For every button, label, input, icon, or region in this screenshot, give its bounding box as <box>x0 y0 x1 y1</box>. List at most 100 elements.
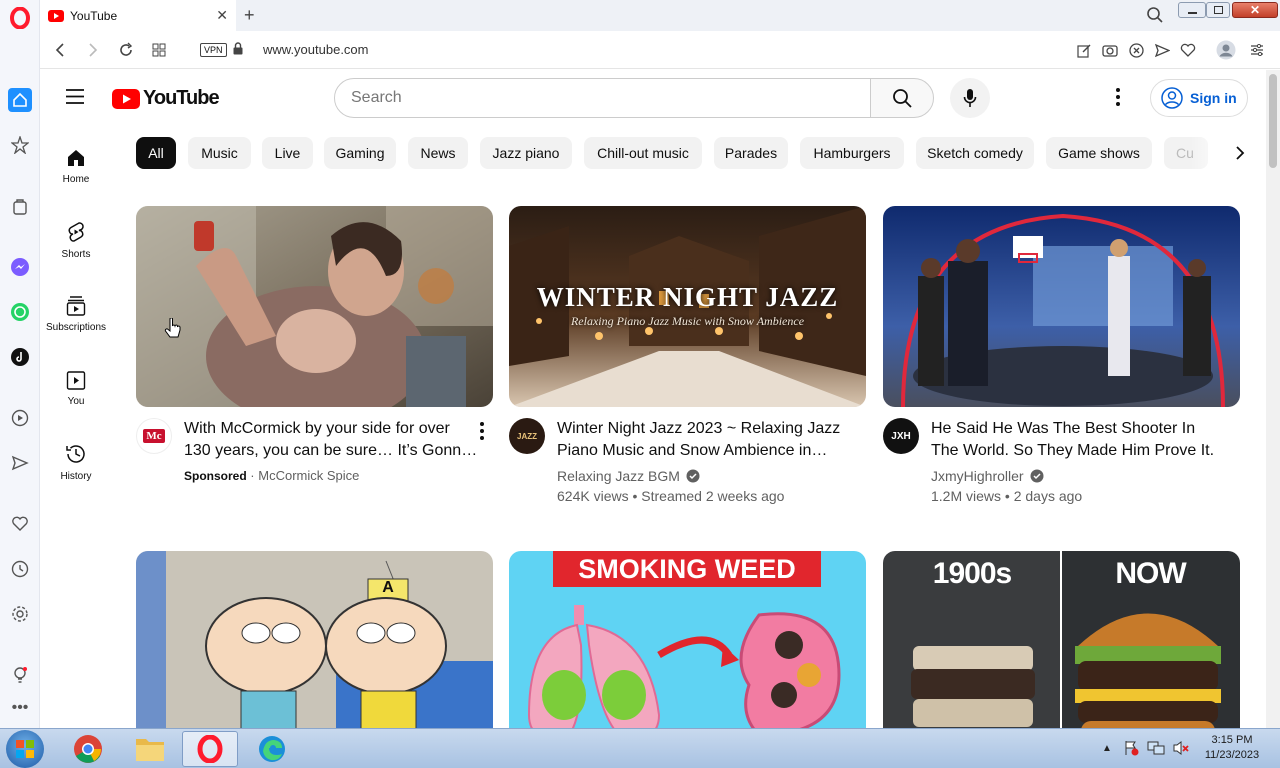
home-icon <box>68 150 84 166</box>
lightbulb-icon[interactable] <box>8 663 32 687</box>
channel-avatar-mccormick[interactable]: Mc <box>136 418 172 454</box>
guide-menu-icon[interactable] <box>66 89 84 109</box>
tray-expand-icon[interactable]: ▲ <box>1102 743 1112 754</box>
thumb-title: WINTER NIGHT JAZZ <box>536 282 839 312</box>
video-thumbnail-cartoon[interactable]: A <box>136 551 493 728</box>
video-thumbnail-winter-jazz[interactable]: WINTER NIGHT JAZZ Relaxing Piano Jazz Mu… <box>509 206 866 407</box>
lock-icon[interactable] <box>233 42 243 60</box>
thumb-title: SMOKING WEED <box>553 551 821 587</box>
chip-jazz-piano[interactable]: Jazz piano <box>480 137 572 169</box>
easy-setup-icon[interactable] <box>1247 40 1267 60</box>
clock[interactable]: 3:15 PM 11/23/2023 <box>1196 733 1268 763</box>
close-tab-icon[interactable]: ✕ <box>216 7 228 24</box>
star-icon[interactable] <box>8 133 32 157</box>
page-scrollbar[interactable] <box>1266 70 1280 728</box>
url-field[interactable]: www.youtube.com <box>263 42 369 57</box>
guide-you[interactable]: You <box>40 370 112 407</box>
guide-subscriptions[interactable]: Subscriptions <box>40 296 112 333</box>
chip-parades[interactable]: Parades <box>714 137 788 169</box>
video-stats: 1.2M views • 2 days ago <box>931 488 1083 504</box>
thumb-left-label: 1900s <box>932 557 1012 590</box>
video-thumbnail-best-shooter[interactable] <box>883 206 1240 407</box>
shopping-bag-icon[interactable] <box>8 194 32 218</box>
youtube-logo[interactable]: YouTube <box>112 87 220 110</box>
taskbar-edge[interactable] <box>244 731 300 767</box>
chip-chill-out-music[interactable]: Chill-out music <box>584 137 702 169</box>
action-center-icon[interactable] <box>1123 740 1139 761</box>
opera-logo-icon[interactable] <box>8 6 32 30</box>
edit-icon[interactable] <box>1074 40 1094 60</box>
video-title-winter-jazz[interactable]: Winter Night Jazz 2023 ~ Relaxing Jazz P… <box>557 418 857 462</box>
taskbar-opera[interactable] <box>182 731 238 767</box>
settings-more-icon[interactable] <box>1116 88 1120 111</box>
more-icon[interactable]: ••• <box>8 696 32 720</box>
tab-youtube[interactable]: YouTube ✕ <box>40 0 236 31</box>
chip-gaming[interactable]: Gaming <box>324 137 396 169</box>
channel-avatar-jxmyhighroller[interactable]: JXH <box>883 418 919 454</box>
start-button[interactable] <box>6 730 44 768</box>
voice-search-button[interactable] <box>950 78 990 118</box>
messenger-icon[interactable] <box>8 255 32 279</box>
tab-title: YouTube <box>70 8 118 23</box>
channel-name-relaxing-jazz[interactable]: Relaxing Jazz BGM <box>557 466 680 486</box>
video-title-best-shooter[interactable]: He Said He Was The Best Shooter In The W… <box>931 418 1241 462</box>
network-icon[interactable] <box>1147 740 1165 761</box>
tabs-grid-icon[interactable] <box>149 40 169 60</box>
channel-name-mccormick[interactable]: McCormick Spice <box>258 468 359 483</box>
folder-icon <box>136 739 164 761</box>
scrollbar-thumb[interactable] <box>1269 74 1277 168</box>
heart-icon[interactable] <box>8 512 32 536</box>
adblock-icon[interactable] <box>1126 40 1146 60</box>
profile-icon[interactable] <box>1216 40 1236 60</box>
home-icon[interactable] <box>8 88 32 112</box>
tiktok-icon[interactable] <box>8 345 32 369</box>
chip-all[interactable]: All <box>136 137 176 169</box>
taskbar-explorer[interactable] <box>122 731 178 767</box>
chips-next-button[interactable] <box>1224 137 1256 169</box>
reload-icon[interactable] <box>116 40 136 60</box>
send-icon[interactable] <box>8 451 32 475</box>
new-tab-icon[interactable]: + <box>244 5 255 26</box>
search-placeholder: Search <box>351 89 402 106</box>
chip-sketch-comedy[interactable]: Sketch comedy <box>916 137 1034 169</box>
clock-icon[interactable] <box>8 557 32 581</box>
whatsapp-icon[interactable] <box>8 300 32 324</box>
guide-shorts[interactable]: Shorts <box>40 221 112 260</box>
video-title-mccormick[interactable]: With McCormick by your side for over 130… <box>184 418 484 462</box>
video-thumbnail-smoking-weed[interactable]: SMOKING WEED <box>509 551 866 728</box>
chip-hamburgers[interactable]: Hamburgers <box>800 137 904 169</box>
share-icon[interactable] <box>1152 40 1172 60</box>
close-window-button[interactable]: ✕ <box>1232 2 1278 18</box>
camera-icon[interactable] <box>1100 40 1120 60</box>
search-input[interactable]: Search <box>334 78 872 118</box>
chip-game-shows[interactable]: Game shows <box>1046 137 1152 169</box>
bookmark-heart-icon[interactable] <box>1178 40 1198 60</box>
forward-icon[interactable] <box>83 40 103 60</box>
guide-home[interactable]: Home <box>40 148 112 185</box>
tab-search-icon[interactable] <box>1146 6 1164 29</box>
maximize-button[interactable] <box>1206 2 1230 18</box>
chip-music[interactable]: Music <box>188 137 251 169</box>
video-thumbnail-hamburgers[interactable]: 1900s NOW <box>883 551 1240 728</box>
sign-in-button[interactable]: Sign in <box>1150 79 1248 117</box>
video-title-line: Winter Night Jazz 2023 ~ Relaxing Jazz <box>557 420 841 437</box>
taskbar-chrome[interactable] <box>60 731 116 767</box>
settings-icon[interactable] <box>8 602 32 626</box>
channel-name-jxmyhighroller[interactable]: JxmyHighroller <box>931 466 1024 486</box>
volume-icon[interactable] <box>1172 740 1190 761</box>
back-icon[interactable] <box>50 40 70 60</box>
video-menu-icon[interactable] <box>480 422 484 445</box>
youtube-page: YouTube Search Sign in Home Shorts Subsc… <box>40 70 1266 728</box>
guide-history[interactable]: History <box>40 443 112 482</box>
avatar-text: JXH <box>891 430 911 442</box>
vpn-badge[interactable]: VPN <box>200 43 227 57</box>
minimize-button[interactable] <box>1178 2 1206 18</box>
search-button[interactable] <box>870 78 934 118</box>
chevron-right-icon <box>1236 146 1245 160</box>
chip-live[interactable]: Live <box>262 137 313 169</box>
video-thumbnail-mccormick[interactable] <box>136 206 493 407</box>
chip-news[interactable]: News <box>408 137 468 169</box>
channel-avatar-relaxing-jazz[interactable]: JAZZ <box>509 418 545 454</box>
player-icon[interactable] <box>8 406 32 430</box>
guide-you-label: You <box>67 396 85 407</box>
